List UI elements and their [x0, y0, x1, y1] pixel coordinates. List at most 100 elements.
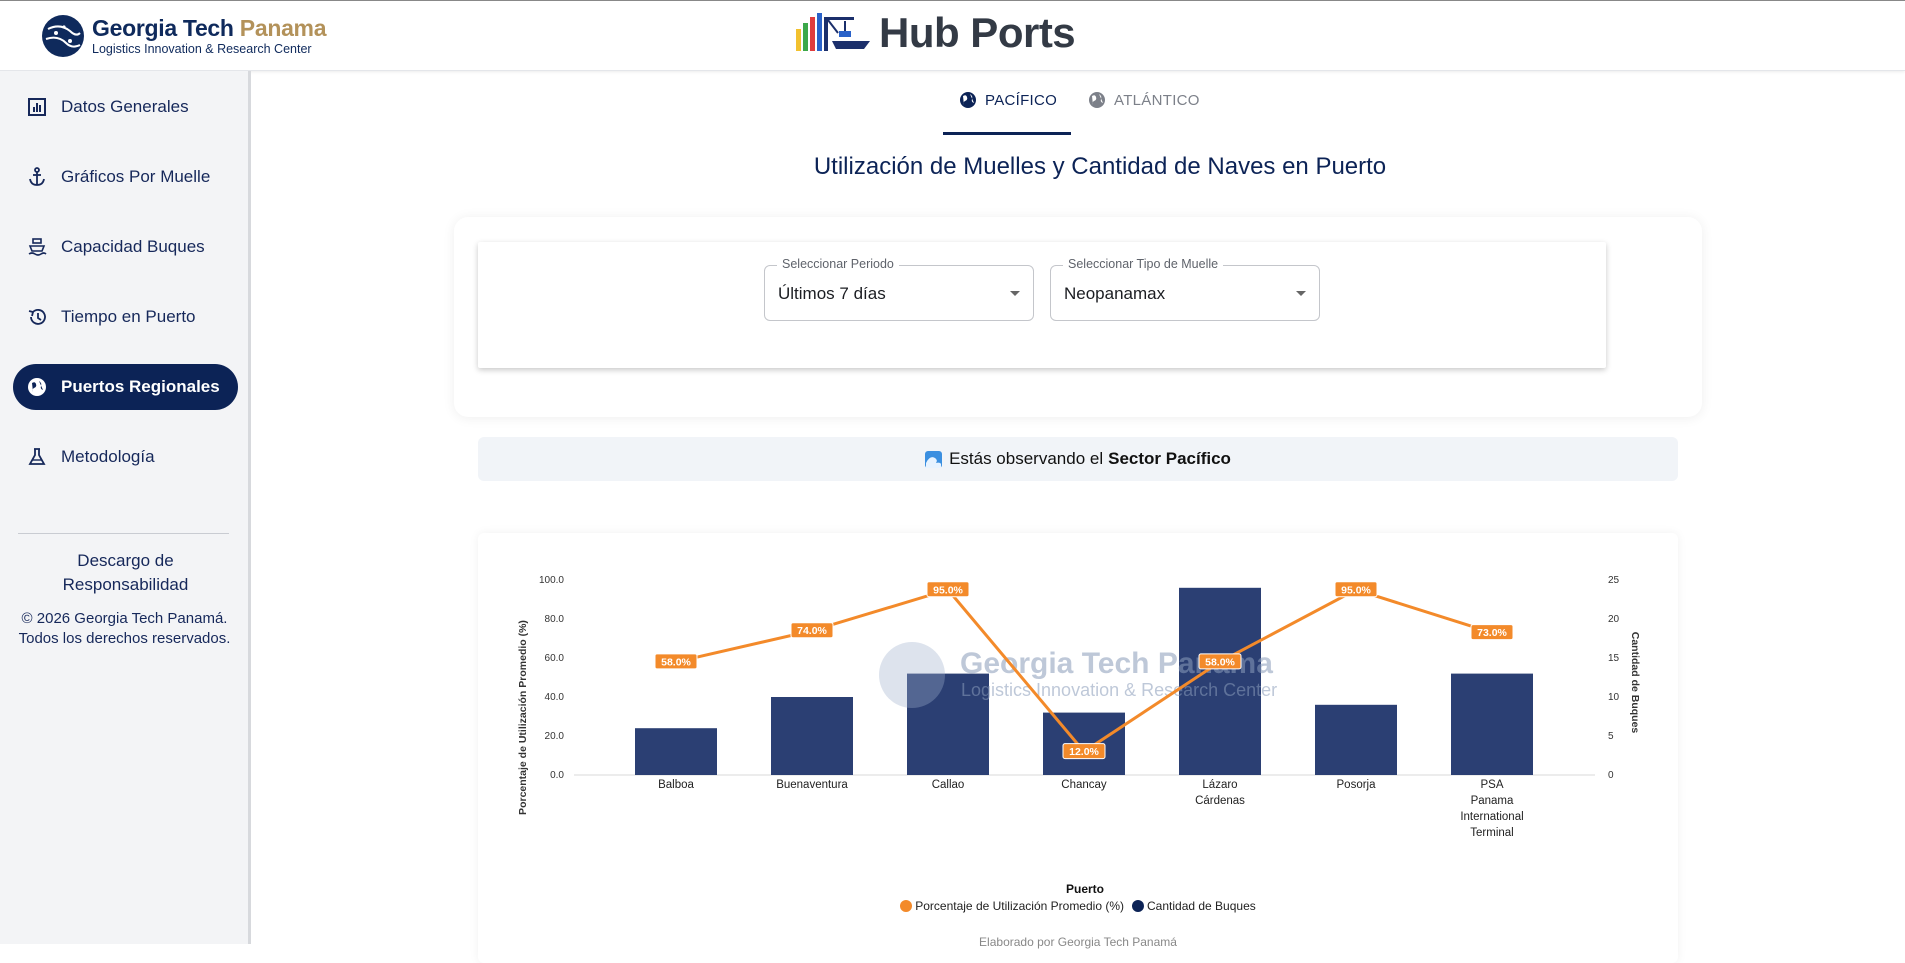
- anchor-icon: [26, 166, 48, 188]
- brand-accent: Panama: [239, 14, 327, 41]
- y-right-tick-label: 0: [1608, 770, 1614, 781]
- legend-label: Porcentaje de Utilización Promedio (%): [915, 899, 1124, 913]
- sidebar: Datos Generales Gráficos Por Muelle Capa…: [0, 71, 251, 944]
- globe-icon: [26, 376, 48, 398]
- tipo-muelle-select-value: Neopanamax: [1064, 284, 1166, 303]
- globe-icon: [1089, 92, 1105, 108]
- y-left-tick-label: 100.0: [539, 575, 564, 586]
- periodo-select-value: Últimos 7 días: [778, 284, 886, 303]
- x-tick-label: Cárdenas: [1195, 795, 1245, 807]
- sidebar-item-label: Gráficos Por Muelle: [61, 167, 211, 186]
- y-left-tick-label: 80.0: [545, 614, 565, 625]
- page-title: Utilización de Muelles y Cantidad de Nav…: [813, 153, 1387, 180]
- sidebar-item-graficos-por-muelle[interactable]: Gráficos Por Muelle: [13, 154, 238, 200]
- tab-label: PACÍFICO: [985, 91, 1058, 109]
- periodo-select-label: Seleccionar Periodo: [777, 257, 899, 271]
- y-left-tick-label: 0.0: [550, 770, 564, 781]
- wave-icon: [925, 450, 943, 468]
- caret-down-icon: [1296, 291, 1306, 296]
- footer-note: Elaborado por Georgia Tech Panamá: [979, 935, 1177, 949]
- data-label-4: 12.0%: [1069, 746, 1099, 758]
- data-label-3: 95.0%: [933, 584, 963, 596]
- data-label-7: 73.0%: [1477, 627, 1507, 639]
- sidebar-item-puertos-regionales[interactable]: Puertos Regionales: [13, 364, 238, 410]
- y-left-axis-title: Porcentaje de Utilización Promedio (%): [517, 620, 529, 815]
- sidebar-item-label: Capacidad Buques: [61, 237, 205, 256]
- x-tick-label: Buenaventura: [776, 779, 848, 791]
- y-right-tick-label: 10: [1608, 692, 1620, 703]
- sidebar-item-label: Tiempo en Puerto: [61, 307, 196, 326]
- bar-7: [1451, 673, 1533, 775]
- bar-2: [771, 697, 853, 775]
- tab-label: ATLÁNTICO: [1114, 91, 1200, 109]
- y-left-tick-label: 60.0: [545, 653, 565, 664]
- sidebar-item-label: Puertos Regionales: [61, 377, 220, 396]
- tab-indicator: [943, 132, 1071, 135]
- x-tick-label: Panama: [1471, 795, 1514, 807]
- legend-label: Cantidad de Buques: [1147, 899, 1256, 913]
- data-label-1: 58.0%: [661, 656, 691, 668]
- y-right-tick-label: 25: [1608, 575, 1620, 586]
- tipo-muelle-select-label: Seleccionar Tipo de Muelle: [1063, 257, 1224, 271]
- top-header: Georgia Tech Panama Logistics Innovation…: [0, 0, 1905, 71]
- disclaimer-link[interactable]: Descargo de Responsabilidad: [0, 549, 251, 597]
- legend-dot-icon: [1132, 900, 1144, 912]
- data-label-6: 95.0%: [1341, 584, 1371, 596]
- x-axis-title: Puerto: [1066, 882, 1104, 896]
- app-name: Hub Ports: [879, 9, 1076, 56]
- app-title: Hub Ports: [794, 9, 1076, 57]
- banner-text: Estás observando el: [949, 449, 1104, 468]
- history-icon: [26, 306, 48, 328]
- globe-logo-icon: [42, 15, 84, 57]
- x-tick-label: Callao: [932, 779, 965, 791]
- data-label-5: 58.0%: [1205, 656, 1235, 668]
- copyright-text: © 2026 Georgia Tech Panamá. Todos los de…: [18, 610, 231, 647]
- y-left-tick-label: 20.0: [545, 731, 565, 742]
- sidebar-item-metodologia[interactable]: Metodología: [13, 434, 238, 480]
- legend-dot-icon: [900, 900, 913, 912]
- sidebar-item-tiempo-en-puerto[interactable]: Tiempo en Puerto: [13, 294, 238, 340]
- legend-item-utilizacion[interactable]: Porcentaje de Utilización Promedio (%): [900, 899, 1124, 913]
- brand-name: Georgia Tech: [92, 14, 234, 41]
- bar-1: [635, 728, 717, 775]
- filter-card: [478, 242, 1606, 368]
- sidebar-item-label: Datos Generales: [61, 97, 189, 116]
- x-tick-label: International: [1460, 811, 1523, 823]
- tab-pacifico[interactable]: PACÍFICO: [959, 88, 1057, 112]
- chart-legend: Porcentaje de Utilización Promedio (%) C…: [478, 899, 1678, 913]
- banner-highlight: Sector Pacífico: [1108, 449, 1231, 468]
- sidebar-divider: [18, 533, 229, 534]
- y-right-tick-label: 15: [1608, 653, 1620, 664]
- bar-6: [1315, 704, 1397, 775]
- data-label-2: 74.0%: [797, 625, 827, 637]
- hub-ports-logo-icon: [796, 13, 870, 51]
- sector-banner: Estás observando el Sector Pacífico: [478, 437, 1678, 481]
- x-tick-label: Balboa: [658, 779, 694, 791]
- y-right-tick-label: 20: [1608, 614, 1620, 625]
- watermark-subtext: Logistics Innovation & Research Center: [961, 680, 1277, 700]
- tab-atlantico[interactable]: ATLÁNTICO: [1088, 88, 1200, 112]
- y-right-axis-title: Cantidad de Buques: [1629, 632, 1641, 734]
- sidebar-item-label: Metodología: [61, 447, 155, 466]
- brand-subtitle: Logistics Innovation & Research Center: [92, 41, 312, 56]
- caret-down-icon: [1010, 291, 1020, 296]
- x-tick-label: Posorja: [1337, 779, 1377, 791]
- bar-chart-icon: [26, 96, 48, 118]
- utilization-chart: 0.0 20.0 40.0 60.0 80.0 100.0 0 5 10 15 20 25 Porcen…: [517, 575, 1641, 896]
- watermark-globe: [879, 642, 945, 708]
- flask-icon: [26, 446, 48, 468]
- x-tick-label: Chancay: [1061, 779, 1107, 791]
- y-right-tick-label: 5: [1608, 731, 1614, 742]
- y-left-tick-label: 40.0: [545, 692, 565, 703]
- tipo-muelle-select[interactable]: Seleccionar Tipo de Muelle Neopanamax: [1050, 257, 1320, 321]
- x-tick-label: Lázaro: [1202, 779, 1237, 791]
- sidebar-item-datos-generales[interactable]: Datos Generales: [13, 84, 238, 130]
- x-tick-label: Terminal: [1470, 827, 1513, 839]
- legend-item-buques[interactable]: Cantidad de Buques: [1132, 899, 1256, 913]
- globe-icon: [960, 92, 976, 108]
- x-tick-label: PSA: [1480, 779, 1503, 791]
- ship-icon: [26, 236, 48, 258]
- brand-logo[interactable]: Georgia Tech Panama Logistics Innovation…: [40, 13, 327, 59]
- sidebar-item-capacidad-buques[interactable]: Capacidad Buques: [13, 224, 238, 270]
- periodo-select[interactable]: Seleccionar Periodo Últimos 7 días: [764, 257, 1034, 321]
